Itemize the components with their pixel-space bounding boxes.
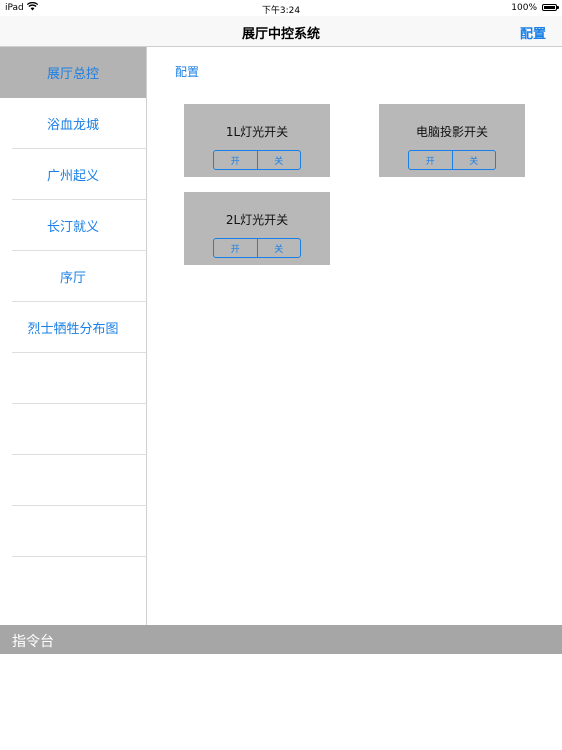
sidebar-item-guangzhou-uprising[interactable]: 广州起义 xyxy=(0,149,146,200)
card-title: 电脑投影开关 xyxy=(415,125,488,139)
sidebar-item-label: 烈士牺牲分布图 xyxy=(27,322,119,337)
console-title: 指令台 xyxy=(12,634,54,650)
sidebar-item-changting[interactable]: 长汀就义 xyxy=(0,200,146,251)
on-button[interactable]: 开 xyxy=(214,239,257,257)
on-off-segmented-control: 开 关 xyxy=(213,150,301,170)
on-off-segmented-control: 开 关 xyxy=(408,150,496,170)
sidebar-item-label: 广州起义 xyxy=(46,169,99,184)
switch-card-1l-light: 1L灯光开关 开 关 xyxy=(184,104,330,177)
sidebar-item-label: 浴血龙城 xyxy=(46,118,99,133)
config-button[interactable]: 配置 xyxy=(520,23,546,42)
on-button[interactable]: 开 xyxy=(214,151,257,169)
sidebar-item-martyrs-map[interactable]: 烈士牺牲分布图 xyxy=(0,302,146,353)
sidebar-item-label: 展厅总控 xyxy=(46,67,99,82)
sidebar-item-label: 长汀就义 xyxy=(46,220,99,235)
sidebar-item-hall-master[interactable]: 展厅总控 xyxy=(0,47,146,98)
sidebar-item-empty[interactable] xyxy=(0,506,146,557)
switch-card-pc-projector: 电脑投影开关 开 关 xyxy=(379,104,525,177)
card-title: 1L灯光开关 xyxy=(225,125,289,139)
card-title: 2L灯光开关 xyxy=(225,213,289,227)
sidebar-item-label: 序厅 xyxy=(59,271,86,286)
sidebar-item-empty[interactable] xyxy=(0,353,146,404)
on-off-segmented-control: 开 关 xyxy=(213,238,301,258)
switch-card-2l-light: 2L灯光开关 开 关 xyxy=(184,192,330,265)
main-content: 配置 1L灯光开关 开 关 电脑投影开关 开 关 2L灯光开关 开 关 xyxy=(147,47,562,625)
console-output xyxy=(0,654,562,750)
sidebar-item-prelude-hall[interactable]: 序厅 xyxy=(0,251,146,302)
on-button[interactable]: 开 xyxy=(409,151,452,169)
status-bar: iPad 下午3:24 100% xyxy=(0,0,562,16)
battery-icon xyxy=(542,4,559,11)
off-button[interactable]: 关 xyxy=(256,151,301,169)
off-button[interactable]: 关 xyxy=(256,239,301,257)
console-header: 指令台 xyxy=(0,625,562,654)
sidebar-item-empty[interactable] xyxy=(0,404,146,455)
navigation-bar: 展厅中控系统 配置 xyxy=(0,16,562,47)
off-button[interactable]: 关 xyxy=(451,151,496,169)
sidebar-item-yuxue-longcheng[interactable]: 浴血龙城 xyxy=(0,98,146,149)
status-time: 下午3:24 xyxy=(261,6,301,16)
config-link[interactable]: 配置 xyxy=(175,63,199,80)
page-title: 展厅中控系统 xyxy=(241,27,320,42)
sidebar-item-empty[interactable] xyxy=(0,455,146,506)
battery-percent: 100% xyxy=(511,3,537,13)
sidebar: 展厅总控 浴血龙城 广州起义 长汀就义 序厅 烈士牺牲分布图 xyxy=(0,47,147,625)
